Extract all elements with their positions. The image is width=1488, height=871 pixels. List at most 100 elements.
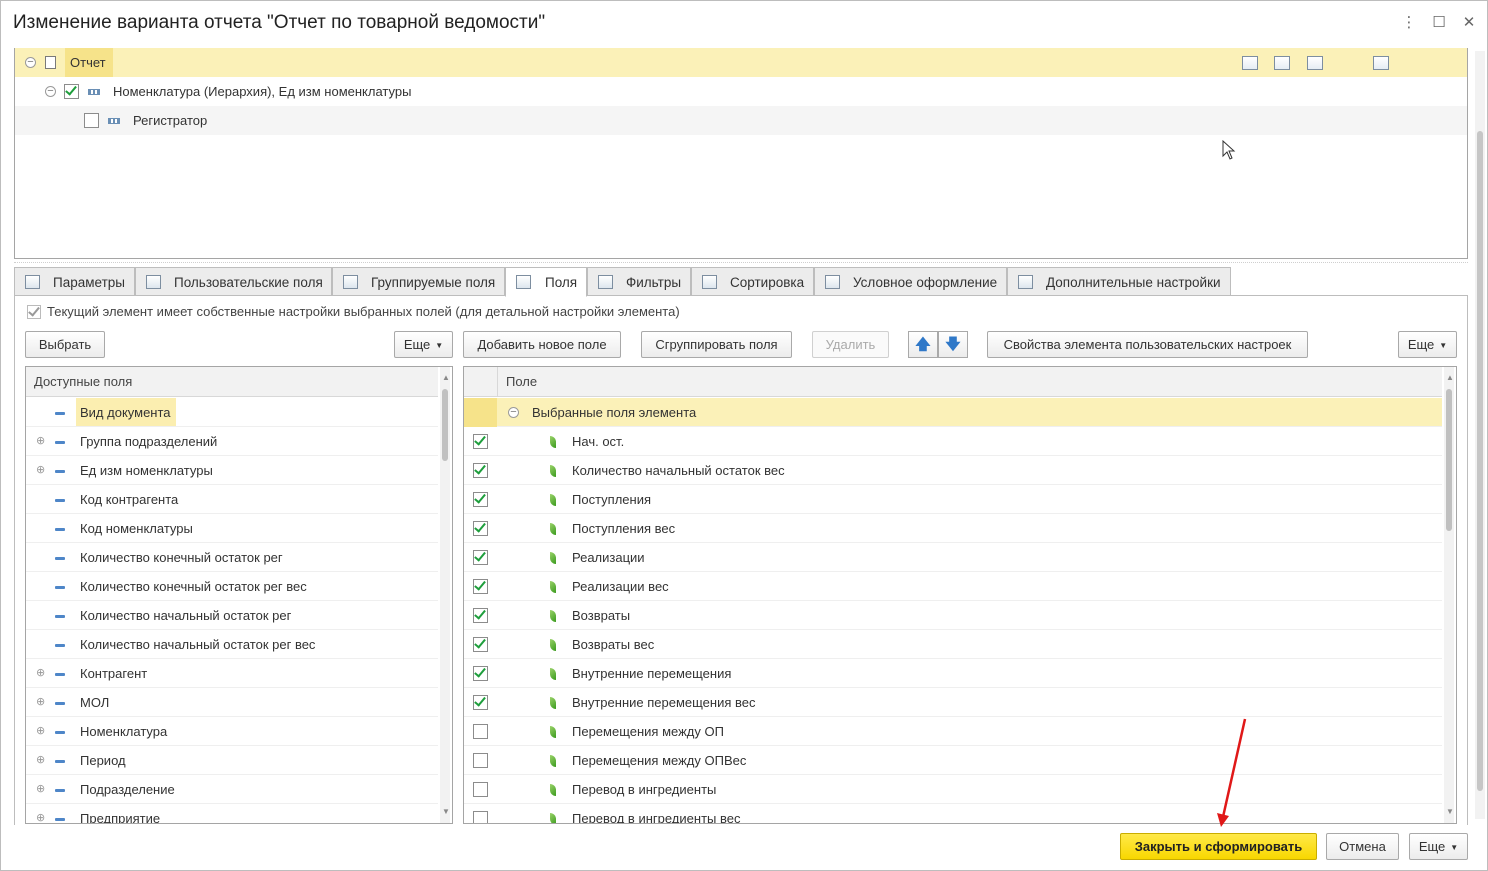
selected-field-row[interactable]: Реализации	[464, 543, 1442, 572]
available-field-row[interactable]: Количество конечный остаток рег	[26, 543, 438, 572]
field-checkbox[interactable]	[473, 811, 488, 823]
available-scrollbar[interactable]: ▲ ▼	[440, 367, 450, 823]
available-field-row[interactable]: Количество начальный остаток рег	[26, 601, 438, 630]
expand-icon[interactable]: ⊕	[36, 784, 45, 795]
selected-field-row[interactable]: Реализации вес	[464, 572, 1442, 601]
expand-icon[interactable]: ⊕	[36, 436, 45, 447]
select-button[interactable]: Выбрать	[25, 331, 105, 358]
expand-icon[interactable]: ⊕	[36, 726, 45, 737]
scroll-down-icon[interactable]: ▼	[442, 807, 450, 816]
group-fields-button[interactable]: Сгруппировать поля	[641, 331, 792, 358]
element-properties-button[interactable]: Свойства элемента пользовательских настр…	[987, 331, 1308, 358]
move-down-icon[interactable]: 🡇	[938, 331, 968, 358]
tab-additional-settings[interactable]: Дополнительные настройки	[1007, 267, 1231, 296]
field-checkbox[interactable]	[473, 491, 488, 507]
available-field-row[interactable]: Вид документа	[26, 398, 438, 427]
selected-scrollbar[interactable]: ▲ ▼	[1444, 367, 1454, 823]
tab-parameters[interactable]: Параметры	[14, 267, 135, 296]
field-checkbox[interactable]	[473, 694, 488, 710]
delete-button[interactable]: Удалить	[812, 331, 889, 358]
selected-field-row[interactable]: Перемещения между ОП	[464, 717, 1442, 746]
available-field-row[interactable]: ⊕ Предприятие	[26, 804, 438, 824]
collapse-icon[interactable]: −	[25, 57, 36, 68]
more-left-button[interactable]: Еще ▼	[394, 331, 453, 358]
tree-row-report[interactable]: − Отчет	[15, 48, 1467, 77]
field-checkbox[interactable]	[473, 636, 488, 652]
selected-field-row[interactable]: Перевод в ингредиенты вес	[464, 804, 1442, 823]
selected-field-row[interactable]: Нач. ост.	[464, 427, 1442, 456]
selected-field-row[interactable]: Количество начальный остаток вес	[464, 456, 1442, 485]
tab-sorting[interactable]: Сортировка	[691, 267, 814, 296]
tree-row-registrar[interactable]: Регистратор	[15, 106, 1467, 135]
field-checkbox[interactable]	[473, 665, 488, 681]
available-field-row[interactable]: ⊕ Период	[26, 746, 438, 775]
selected-field-row[interactable]: Возвраты	[464, 601, 1442, 630]
tree-checkbox[interactable]	[64, 83, 79, 99]
available-field-row[interactable]: ⊕ МОЛ	[26, 688, 438, 717]
tab-user-fields[interactable]: Пользовательские поля	[135, 267, 332, 296]
field-checkbox[interactable]	[473, 520, 488, 536]
window-scrollbar[interactable]	[1475, 51, 1485, 819]
tab-conditional-format[interactable]: Условное оформление	[814, 267, 1007, 296]
splitter[interactable]	[14, 262, 1468, 263]
field-checkbox[interactable]	[473, 549, 488, 565]
expand-icon[interactable]: ⊕	[36, 697, 45, 708]
available-field-row[interactable]: Код номенклатуры	[26, 514, 438, 543]
tab-grouping-fields[interactable]: Группируемые поля	[332, 267, 505, 296]
selected-field-row[interactable]: Возвраты вес	[464, 630, 1442, 659]
selected-field-row[interactable]: Перемещения между ОПВес	[464, 746, 1442, 775]
selected-field-row[interactable]: Внутренние перемещения	[464, 659, 1442, 688]
selected-field-row[interactable]: Поступления	[464, 485, 1442, 514]
field-checkbox[interactable]	[473, 607, 488, 623]
close-icon[interactable]: ✕	[1459, 13, 1479, 33]
sort-icon[interactable]	[1307, 56, 1323, 70]
field-checkbox[interactable]	[473, 753, 488, 768]
available-field-row[interactable]: ⊕ Номенклатура	[26, 717, 438, 746]
own-settings-checkbox[interactable]	[27, 304, 41, 319]
move-up-icon[interactable]: 🡅	[908, 331, 938, 358]
scroll-up-icon[interactable]: ▲	[442, 373, 450, 382]
scroll-up-icon[interactable]: ▲	[1446, 373, 1454, 382]
more-right-button[interactable]: Еще ▼	[1398, 331, 1457, 358]
available-field-row[interactable]: ⊕ Ед изм номенклатуры	[26, 456, 438, 485]
collapse-icon[interactable]: −	[45, 86, 56, 97]
tab-filters[interactable]: Фильтры	[587, 267, 691, 296]
tree-checkbox[interactable]	[84, 113, 99, 128]
expand-icon[interactable]: ⊕	[36, 813, 45, 824]
available-field-row[interactable]: Количество конечный остаток рег вес	[26, 572, 438, 601]
scroll-thumb[interactable]	[442, 389, 448, 461]
expand-icon[interactable]: ⊕	[36, 668, 45, 679]
settings-icon[interactable]	[1373, 56, 1389, 70]
scroll-thumb[interactable]	[1477, 131, 1483, 791]
expand-icon[interactable]: ⊕	[36, 465, 45, 476]
maximize-icon[interactable]: ☐	[1429, 13, 1449, 33]
add-field-button[interactable]: Добавить новое поле	[463, 331, 621, 358]
tree-row-nomenclature[interactable]: − Номенклатура (Иерархия), Ед изм номенк…	[15, 77, 1467, 106]
field-checkbox[interactable]	[473, 782, 488, 797]
selected-group-row[interactable]: − Выбранные поля элемента	[464, 398, 1442, 427]
selected-field-row[interactable]: Перевод в ингредиенты	[464, 775, 1442, 804]
filter-icon[interactable]	[1274, 56, 1290, 70]
tab-fields[interactable]: Поля	[505, 267, 587, 297]
field-checkbox[interactable]	[473, 462, 488, 478]
more-footer-button[interactable]: Еще ▼	[1409, 833, 1468, 860]
close-and-generate-button[interactable]: Закрыть и сформировать	[1120, 833, 1317, 860]
available-field-row[interactable]: ⊕ Контрагент	[26, 659, 438, 688]
selected-field-row[interactable]: Внутренние перемещения вес	[464, 688, 1442, 717]
grouping-icon[interactable]	[1242, 56, 1258, 70]
field-checkbox[interactable]	[473, 578, 488, 594]
check-icon	[474, 491, 486, 504]
field-checkbox[interactable]	[473, 433, 488, 449]
selected-field-row[interactable]: Поступления вес	[464, 514, 1442, 543]
more-menu-icon[interactable]: ⋮	[1399, 13, 1419, 33]
available-field-row[interactable]: Код контрагента	[26, 485, 438, 514]
available-field-row[interactable]: Количество начальный остаток рег вес	[26, 630, 438, 659]
scroll-down-icon[interactable]: ▼	[1446, 807, 1454, 816]
cancel-button[interactable]: Отмена	[1326, 833, 1399, 860]
scroll-thumb[interactable]	[1446, 389, 1452, 531]
available-field-row[interactable]: ⊕ Подразделение	[26, 775, 438, 804]
collapse-icon[interactable]: −	[508, 407, 519, 418]
expand-icon[interactable]: ⊕	[36, 755, 45, 766]
field-checkbox[interactable]	[473, 724, 488, 739]
available-field-row[interactable]: ⊕ Группа подразделений	[26, 427, 438, 456]
